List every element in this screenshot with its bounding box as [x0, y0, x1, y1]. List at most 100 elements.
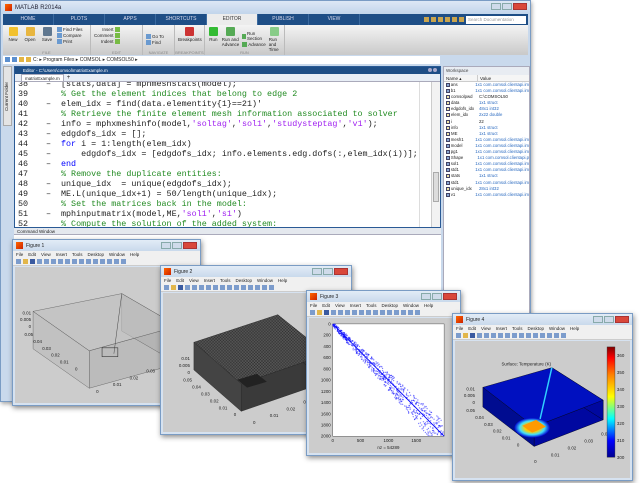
brush-icon[interactable]	[234, 285, 239, 290]
show-tools-icon[interactable]	[269, 285, 274, 290]
address-bar[interactable]: C: ▸ Program Files ▸ COMSOL ▸ COMSOL50 ▸	[3, 56, 440, 64]
maximize-button[interactable]	[432, 293, 442, 300]
menu-desktop[interactable]: Desktop	[236, 277, 253, 284]
show-tools-icon[interactable]	[121, 259, 126, 264]
menu-insert[interactable]: Insert	[204, 277, 215, 284]
code-line[interactable]: 51– mphinputmatrix(model,ME,'sol1','s1')	[15, 209, 440, 219]
up-folder-icon[interactable]	[19, 57, 24, 62]
line-number[interactable]: 44	[18, 139, 46, 149]
new-figure-icon[interactable]	[310, 310, 315, 315]
find-button[interactable]: Find	[146, 40, 164, 45]
zoom-in-icon[interactable]	[345, 310, 350, 315]
menu-edit[interactable]: Edit	[176, 277, 184, 284]
menu-file[interactable]: File	[16, 251, 23, 258]
menu-file[interactable]: File	[310, 302, 317, 309]
breakpoint-marker[interactable]: –	[46, 189, 51, 199]
line-number[interactable]: 49	[18, 189, 46, 199]
indent-button[interactable]: Indent	[101, 39, 120, 44]
undo-icon[interactable]	[452, 17, 457, 22]
breakpoint-marker[interactable]: –	[46, 209, 51, 219]
line-number[interactable]: 51	[18, 209, 46, 219]
menu-tools[interactable]: Tools	[220, 277, 231, 284]
brush-icon[interactable]	[86, 259, 91, 264]
back-icon[interactable]	[5, 57, 10, 62]
close-button[interactable]	[513, 3, 527, 10]
code-line[interactable]: 46– end	[15, 159, 440, 169]
breakpoint-marker[interactable]: –	[46, 99, 51, 109]
breakpoint-marker[interactable]: –	[46, 139, 51, 149]
open-icon[interactable]	[463, 333, 468, 338]
legend-icon[interactable]	[547, 333, 552, 338]
path-segment[interactable]: Program Files	[43, 57, 74, 63]
rotate-icon[interactable]	[220, 285, 225, 290]
open-icon[interactable]	[171, 285, 176, 290]
save-icon[interactable]	[324, 310, 329, 315]
menu-window[interactable]: Window	[257, 277, 273, 284]
show-tools-icon[interactable]	[415, 310, 420, 315]
zoom-in-icon[interactable]	[51, 259, 56, 264]
print-icon[interactable]	[477, 333, 482, 338]
menu-file[interactable]: File	[164, 277, 171, 284]
maximize-button[interactable]	[172, 242, 182, 249]
menu-help[interactable]: Help	[278, 277, 287, 284]
pan-icon[interactable]	[505, 333, 510, 338]
tab-publish[interactable]: PUBLISH	[258, 14, 309, 25]
legend-icon[interactable]	[255, 285, 260, 290]
copy-icon[interactable]	[438, 17, 443, 22]
maximize-button[interactable]	[323, 268, 333, 275]
zoom-out-icon[interactable]	[206, 285, 211, 290]
redo-icon[interactable]	[459, 17, 464, 22]
menu-file[interactable]: File	[456, 325, 463, 332]
code-line[interactable]: 44– for i = 1:length(elem_idx)	[15, 139, 440, 149]
code-line[interactable]: 45– edgdofs_idx = [edgdofs_idx; info.ele…	[15, 149, 440, 159]
line-number[interactable]: 45	[18, 149, 46, 159]
advance-button[interactable]: Advance	[242, 42, 266, 47]
rotate-icon[interactable]	[512, 333, 517, 338]
tab-view[interactable]: VIEW	[309, 14, 360, 25]
link-icon[interactable]	[533, 333, 538, 338]
browse-folder-icon[interactable]	[26, 57, 31, 62]
path-segment[interactable]: C:	[33, 57, 38, 63]
menu-view[interactable]: View	[41, 251, 51, 258]
breakpoint-marker[interactable]: –	[46, 119, 51, 129]
line-number[interactable]: 52	[18, 219, 46, 227]
breakpoint-marker[interactable]: –	[46, 129, 51, 139]
code-line[interactable]: 39 % Get the element indices that belong …	[15, 89, 440, 99]
code-line[interactable]: 42– info = mphxmeshinfo(model,'soltag','s…	[15, 119, 440, 129]
zoom-out-icon[interactable]	[498, 333, 503, 338]
colorbar-icon[interactable]	[248, 285, 253, 290]
menu-desktop[interactable]: Desktop	[528, 325, 545, 332]
data-cursor-icon[interactable]	[227, 285, 232, 290]
link-icon[interactable]	[387, 310, 392, 315]
code-line[interactable]: 41 % Retrieve the finite element mesh inf…	[15, 109, 440, 119]
editor-scrollbar[interactable]	[431, 82, 440, 227]
new-figure-icon[interactable]	[456, 333, 461, 338]
code-line[interactable]: 47 % Remove the duplicate entities:	[15, 169, 440, 179]
save-icon[interactable]	[30, 259, 35, 264]
menu-window[interactable]: Window	[549, 325, 565, 332]
rotate-icon[interactable]	[72, 259, 77, 264]
zoom-out-icon[interactable]	[352, 310, 357, 315]
line-number[interactable]: 38	[18, 82, 46, 89]
menu-tools[interactable]: Tools	[512, 325, 523, 332]
menu-help[interactable]: Help	[570, 325, 579, 332]
workspace-variable[interactable]: v1 1x1 com.comsol.clientapi.im	[444, 192, 529, 198]
pointer-icon[interactable]	[192, 285, 197, 290]
minimize-button[interactable]	[491, 3, 501, 10]
line-number[interactable]: 42	[18, 119, 46, 129]
editor-close-icon[interactable]	[433, 68, 437, 72]
forward-icon[interactable]	[12, 57, 17, 62]
zoom-in-icon[interactable]	[199, 285, 204, 290]
search-documentation-input[interactable]: Search Documentation	[466, 15, 526, 24]
menu-edit[interactable]: Edit	[28, 251, 36, 258]
menu-view[interactable]: View	[481, 325, 491, 332]
breakpoint-marker[interactable]: –	[46, 159, 51, 169]
pointer-icon[interactable]	[44, 259, 49, 264]
menu-help[interactable]: Help	[130, 251, 139, 258]
hide-tools-icon[interactable]	[408, 310, 413, 315]
paste-icon[interactable]	[445, 17, 450, 22]
save-icon[interactable]	[424, 17, 429, 22]
menu-insert[interactable]: Insert	[350, 302, 361, 309]
comment-button[interactable]: Comment	[94, 33, 120, 38]
menu-edit[interactable]: Edit	[468, 325, 476, 332]
